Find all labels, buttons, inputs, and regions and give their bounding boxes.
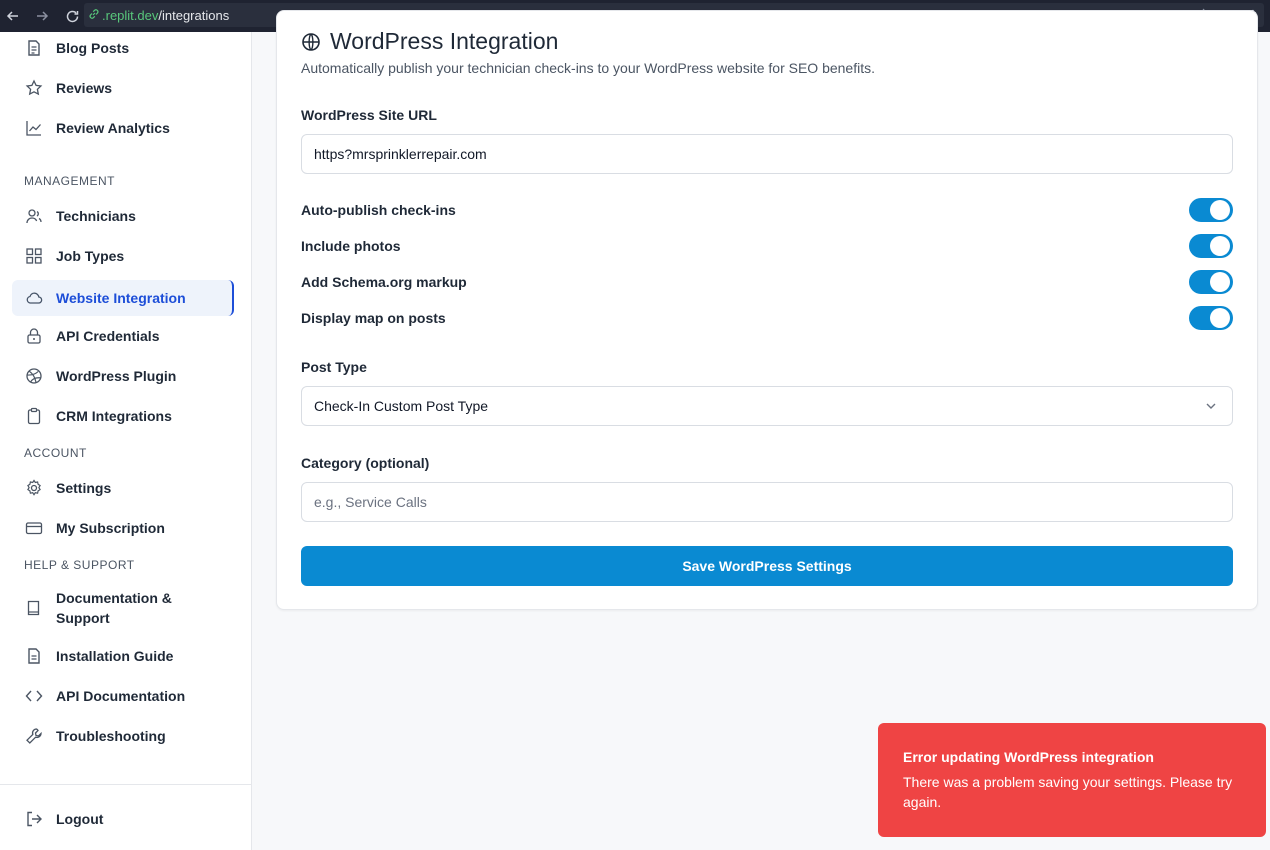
sidebar-item-reviews[interactable]: Reviews (12, 70, 234, 106)
book-icon (24, 598, 44, 618)
toast-message: There was a problem saving your settings… (903, 774, 1233, 810)
globe-icon (300, 31, 322, 53)
category-input[interactable] (301, 482, 1233, 522)
lock-icon (24, 326, 44, 346)
sidebar-item-label: Settings (56, 480, 112, 496)
section-label-account: ACCOUNT (24, 446, 87, 460)
sidebar-item-documentation-support[interactable]: Documentation & Support (12, 586, 234, 630)
logout-label: Logout (56, 811, 104, 827)
sidebar-item-wordpress-plugin[interactable]: WordPress Plugin (12, 358, 234, 394)
sidebar-item-my-subscription[interactable]: My Subscription (12, 510, 234, 546)
dribbble-icon (24, 366, 44, 386)
sidebar-item-label: Technicians (56, 208, 136, 224)
file-text-icon (24, 38, 44, 58)
site-url-label: WordPress Site URL (301, 107, 437, 123)
post-type-label: Post Type (301, 359, 367, 375)
cloud-icon (24, 288, 44, 308)
error-toast[interactable]: Error updating WordPress integration The… (878, 723, 1266, 837)
page-title: WordPress Integration (330, 28, 559, 54)
sidebar-item-label: API Documentation (56, 688, 186, 704)
sidebar-item-label: Installation Guide (56, 648, 174, 664)
sidebar-item-label: Blog Posts (56, 40, 130, 56)
sidebar-item-crm-integrations[interactable]: CRM Integrations (12, 398, 234, 434)
url-path: /integrations (158, 7, 230, 23)
reload-icon[interactable] (61, 5, 83, 27)
file-icon (24, 646, 44, 666)
sidebar-item-label: Review Analytics (56, 120, 170, 136)
sidebar-item-label: Troubleshooting (56, 728, 166, 744)
toggle-label-include-photos: Include photos (301, 238, 401, 254)
toggle-label-auto-publish: Auto-publish check-ins (301, 202, 456, 218)
back-arrow-icon[interactable] (2, 5, 24, 27)
logout-button[interactable]: Logout (12, 801, 234, 837)
auto-publish-toggle[interactable] (1189, 198, 1233, 222)
toggle-knob (1210, 236, 1230, 256)
clipboard-icon (24, 406, 44, 426)
sidebar-item-label: Website Integration (56, 290, 186, 306)
gear-icon (24, 478, 44, 498)
schema-markup-toggle[interactable] (1189, 270, 1233, 294)
save-wordpress-settings-button[interactable]: Save WordPress Settings (301, 546, 1233, 586)
toggle-label-schema-markup: Add Schema.org markup (301, 274, 467, 290)
credit-card-icon (24, 518, 44, 538)
card-title: WordPress Integration (300, 28, 558, 55)
include-photos-toggle[interactable] (1189, 234, 1233, 258)
toggle-knob (1210, 272, 1230, 292)
sidebar-item-label: Reviews (56, 80, 113, 96)
section-label-management: MANAGEMENT (24, 174, 116, 188)
sidebar-item-label: CRM Integrations (56, 408, 172, 424)
chevron-down-icon (1204, 399, 1218, 413)
users-icon (24, 206, 44, 226)
grid-icon (24, 246, 44, 266)
sidebar-item-troubleshooting[interactable]: Troubleshooting (12, 718, 234, 754)
sidebar-item-review-analytics[interactable]: Review Analytics (12, 110, 234, 146)
toggle-label-display-map: Display map on posts (301, 310, 446, 326)
post-type-select[interactable]: Check-In Custom Post Type (301, 386, 1233, 426)
sidebar-item-api-credentials[interactable]: API Credentials (12, 318, 234, 354)
category-label: Category (optional) (301, 455, 430, 471)
sidebar-item-label: WordPress Plugin (56, 368, 177, 384)
sidebar-item-api-documentation[interactable]: API Documentation (12, 678, 234, 714)
sidebar-divider (0, 784, 252, 785)
sidebar-item-blog-posts[interactable]: Blog Posts (12, 30, 234, 66)
sidebar-item-job-types[interactable]: Job Types (12, 238, 234, 274)
toggle-knob (1210, 200, 1230, 220)
url-domain: .replit.dev (102, 7, 159, 23)
code-icon (24, 686, 44, 706)
wrench-icon (24, 726, 44, 746)
section-label-help-support: HELP & SUPPORT (24, 558, 135, 572)
site-url-input[interactable] (301, 134, 1233, 174)
logout-icon (24, 809, 44, 829)
toast-title: Error updating WordPress integration (903, 749, 1154, 765)
line-chart-icon (24, 118, 44, 138)
sidebar-item-label: My Subscription (56, 520, 165, 536)
star-icon (24, 78, 44, 98)
sidebar-item-installation-guide[interactable]: Installation Guide (12, 638, 234, 674)
card-description: Automatically publish your technician ch… (301, 60, 875, 76)
sidebar-item-label: Job Types (56, 248, 125, 264)
link-icon (88, 8, 100, 23)
toggle-knob (1210, 308, 1230, 328)
sidebar-item-technicians[interactable]: Technicians (12, 198, 234, 234)
sidebar-item-label: API Credentials (56, 328, 160, 344)
post-type-value: Check-In Custom Post Type (314, 398, 489, 414)
display-map-toggle[interactable] (1189, 306, 1233, 330)
sidebar-item-website-integration[interactable]: Website Integration (12, 280, 234, 316)
sidebar-item-settings[interactable]: Settings (12, 470, 234, 506)
sidebar-item-label: Documentation & Support (56, 590, 172, 626)
forward-arrow-icon[interactable] (31, 5, 53, 27)
